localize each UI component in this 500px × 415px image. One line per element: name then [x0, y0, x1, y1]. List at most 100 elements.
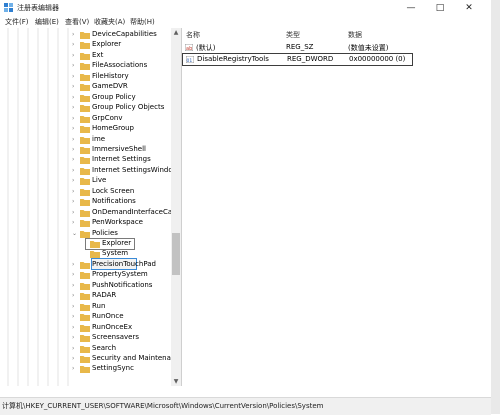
- expand-chevron-right-icon[interactable]: ›: [72, 311, 78, 322]
- expand-chevron-right-icon[interactable]: ›: [72, 50, 78, 61]
- tree-item[interactable]: › RunOnce: [72, 311, 170, 322]
- expand-chevron-right-icon[interactable]: ›: [72, 123, 78, 134]
- expand-chevron-right-icon[interactable]: ›: [72, 175, 78, 186]
- expand-chevron-right-icon[interactable]: ›: [72, 165, 78, 176]
- expand-chevron-right-icon[interactable]: ›: [72, 353, 78, 364]
- column-header-data[interactable]: 数据: [348, 30, 362, 40]
- tree-item[interactable]: › Notifications: [72, 196, 170, 207]
- tree-item[interactable]: › RunOnceEx: [72, 322, 170, 333]
- value-row[interactable]: ab (默认) REG_SZ (数值未设置): [182, 42, 491, 53]
- tree-item[interactable]: › Run: [72, 301, 170, 312]
- tree-item[interactable]: › HomeGroup: [72, 123, 170, 134]
- svg-text:01: 01: [187, 58, 193, 63]
- expand-chevron-right-icon[interactable]: ›: [72, 322, 78, 333]
- values-pane[interactable]: 名称 类型 数据 ab (默认) REG_SZ (数值未设置) 01 Disab…: [182, 28, 491, 386]
- expand-chevron-right-icon[interactable]: ›: [72, 301, 78, 312]
- tree-item[interactable]: › PenWorkspace: [72, 217, 170, 228]
- expand-chevron-right-icon[interactable]: ›: [72, 207, 78, 218]
- tree-item[interactable]: › PrecisionTouchPad: [72, 259, 170, 270]
- minimize-button[interactable]: —: [397, 0, 425, 16]
- tree-item[interactable]: › Group Policy: [72, 92, 170, 103]
- value-row-selected[interactable]: 01 DisableRegistryTools REG_DWORD 0x0000…: [182, 53, 413, 66]
- tree-item[interactable]: ⌄ Policies: [72, 228, 170, 239]
- tree-vertical-scrollbar[interactable]: ▲ ▼: [171, 28, 181, 386]
- tree-item[interactable]: System: [82, 248, 170, 259]
- expand-chevron-right-icon[interactable]: ›: [72, 92, 78, 103]
- folder-icon: [80, 355, 90, 363]
- folder-icon: [80, 52, 90, 60]
- tree-item[interactable]: › GrpConv: [72, 113, 170, 124]
- tree-item[interactable]: › Internet SettingsWindow: [72, 165, 178, 176]
- expand-chevron-right-icon[interactable]: ›: [72, 343, 78, 354]
- tree-item[interactable]: › PropertySystem: [72, 269, 170, 280]
- expand-chevron-right-icon[interactable]: ›: [72, 113, 78, 124]
- expand-chevron-right-icon[interactable]: ›: [72, 290, 78, 301]
- expand-chevron-right-icon[interactable]: ›: [72, 280, 78, 291]
- expand-chevron-right-icon[interactable]: ›: [72, 259, 78, 270]
- folder-icon: [80, 209, 90, 217]
- tree-item[interactable]: › ImmersiveShell: [72, 144, 170, 155]
- menu-view[interactable]: 查看(V): [65, 17, 89, 27]
- tree-item[interactable]: › FileHistory: [72, 71, 170, 82]
- expand-chevron-right-icon[interactable]: ›: [72, 332, 78, 343]
- tree-item[interactable]: › PushNotifications: [72, 280, 170, 291]
- folder-icon: [80, 157, 90, 165]
- key-tree-pane[interactable]: › DeviceCapabilities › Explorer › Ext › FileAss…: [0, 28, 182, 386]
- scroll-down-icon[interactable]: ▼: [171, 377, 181, 386]
- menu-help[interactable]: 帮助(H): [130, 17, 155, 27]
- tree-item[interactable]: › SettingSync: [72, 363, 170, 374]
- expand-chevron-right-icon[interactable]: ›: [72, 269, 78, 280]
- tree-item-label: FileAssociations: [92, 61, 148, 70]
- tree-item[interactable]: › ime: [72, 134, 170, 145]
- tree-item[interactable]: › OnDemandInterfaceCach: [72, 207, 180, 218]
- close-button[interactable]: ✕: [455, 0, 483, 16]
- menu-edit[interactable]: 编辑(E): [35, 17, 59, 27]
- tree-item[interactable]: › RADAR: [72, 290, 170, 301]
- scroll-up-icon[interactable]: ▲: [171, 28, 181, 37]
- tree-item[interactable]: › Search: [72, 343, 170, 354]
- tree-item[interactable]: › DeviceCapabilities: [72, 29, 170, 40]
- folder-icon: [80, 63, 90, 71]
- expand-chevron-right-icon[interactable]: ›: [72, 186, 78, 197]
- tree-item[interactable]: › Group Policy Objects: [72, 102, 170, 113]
- expand-chevron-right-icon[interactable]: ›: [72, 60, 78, 71]
- tree-item[interactable]: › FileAssociations: [72, 60, 170, 71]
- expand-chevron-down-icon[interactable]: ⌄: [72, 228, 78, 239]
- expand-chevron-right-icon[interactable]: ›: [72, 71, 78, 82]
- expand-chevron-right-icon[interactable]: ›: [72, 81, 78, 92]
- expand-chevron-right-icon[interactable]: ›: [72, 102, 78, 113]
- menu-favorites[interactable]: 收藏夹(A): [94, 17, 125, 27]
- background-window-edge: [491, 0, 500, 414]
- tree-item[interactable]: › Screensavers: [72, 332, 170, 343]
- scrollbar-thumb[interactable]: [172, 233, 180, 275]
- expand-chevron-right-icon[interactable]: ›: [72, 29, 78, 40]
- tree-item[interactable]: › Explorer: [72, 39, 170, 50]
- maximize-button[interactable]: □: [426, 0, 454, 16]
- folder-icon: [80, 199, 90, 207]
- expand-chevron-right-icon[interactable]: ›: [72, 217, 78, 228]
- folder-icon: [80, 167, 90, 175]
- column-header-type[interactable]: 类型: [286, 30, 300, 40]
- expand-chevron-right-icon[interactable]: ›: [72, 134, 78, 145]
- tree-item[interactable]: › Security and Maintenanc: [72, 353, 179, 364]
- folder-icon: [80, 136, 90, 144]
- folder-icon: [80, 178, 90, 186]
- expand-chevron-right-icon[interactable]: ›: [72, 144, 78, 155]
- column-header-name[interactable]: 名称: [186, 30, 200, 40]
- tree-item-label: Screensavers: [92, 333, 139, 342]
- value-name: (默认): [196, 44, 216, 52]
- expand-chevron-right-icon[interactable]: ›: [72, 39, 78, 50]
- expand-chevron-right-icon[interactable]: ›: [72, 154, 78, 165]
- tree-item[interactable]: › Ext: [72, 50, 170, 61]
- tree-item[interactable]: › Live: [72, 175, 170, 186]
- tree-item[interactable]: › GameDVR: [72, 81, 170, 92]
- menu-file[interactable]: 文件(F): [5, 17, 29, 27]
- tree-item[interactable]: Explorer: [82, 238, 170, 249]
- tree-item[interactable]: › Lock Screen: [72, 186, 170, 197]
- folder-icon: [80, 324, 90, 332]
- tree-item[interactable]: › Internet Settings: [72, 154, 170, 165]
- expand-chevron-right-icon[interactable]: ›: [72, 196, 78, 207]
- tree-item-label: GameDVR: [92, 82, 128, 91]
- folder-icon: [80, 314, 90, 322]
- expand-chevron-right-icon[interactable]: ›: [72, 363, 78, 374]
